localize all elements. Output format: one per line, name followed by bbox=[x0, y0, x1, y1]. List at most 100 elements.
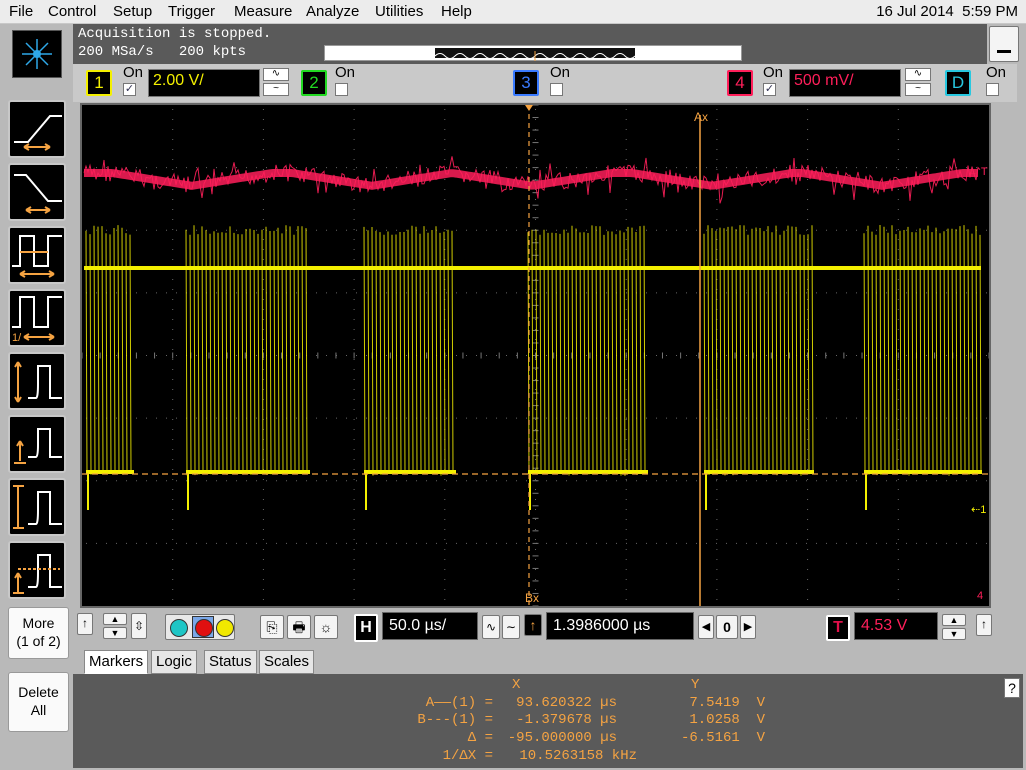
waveform-canvas[interactable]: Ax Bx ← T ⇠1 4 bbox=[81, 104, 990, 607]
fine-scale-icon[interactable]: ∿ bbox=[482, 615, 500, 639]
zoom-down-button[interactable]: ▼ bbox=[103, 627, 127, 639]
trigger-level-field[interactable]: 4.53 V bbox=[854, 612, 938, 640]
coarse-scale-icon[interactable]: ∼ bbox=[502, 615, 520, 639]
markers-y-header: Y bbox=[691, 677, 700, 693]
run-button[interactable] bbox=[216, 619, 234, 637]
trigger-pointer-icon[interactable]: ↑ bbox=[976, 614, 992, 636]
marker-a-label: Ax bbox=[694, 110, 708, 124]
trigger-level-up-button[interactable]: ▲ bbox=[942, 614, 966, 626]
marker-delta-y: -6.5161 V bbox=[680, 730, 765, 746]
overview-window bbox=[434, 48, 636, 61]
brightness-icon[interactable]: ☼ bbox=[314, 615, 338, 639]
channel-4-coupling-dc-button[interactable]: ~ bbox=[905, 83, 931, 96]
acquisition-status: Acquisition is stopped. bbox=[78, 26, 272, 42]
channel-1-scale[interactable]: 2.00 V/ bbox=[148, 69, 260, 97]
more-button[interactable]: More (1 of 2) bbox=[8, 607, 69, 659]
channel-3-button[interactable]: 3 bbox=[513, 70, 539, 96]
tab-bar: Markers Logic Status Scales bbox=[84, 650, 1024, 674]
markers-x-header: X bbox=[512, 677, 521, 693]
channel-1-on-label: On bbox=[123, 64, 144, 81]
frequency-icon: 1/ bbox=[12, 296, 62, 344]
menu-control[interactable]: Control bbox=[48, 3, 96, 20]
channel-4-coupling-ac-button[interactable]: ∿ bbox=[905, 68, 931, 81]
stop-button[interactable] bbox=[195, 619, 213, 637]
delay-left-button[interactable]: ◀ bbox=[698, 615, 714, 639]
delay-zero-button[interactable]: 0 bbox=[716, 615, 738, 639]
pointer-icon[interactable]: ↑ bbox=[77, 613, 93, 635]
delay-right-button[interactable]: ▶ bbox=[740, 615, 756, 639]
expand-icon[interactable]: ⇳ bbox=[131, 613, 147, 639]
menu-bar: File Control Setup Trigger Measure Analy… bbox=[0, 0, 1026, 24]
rise-time-measure-button[interactable] bbox=[8, 100, 66, 158]
menu-analyze[interactable]: Analyze bbox=[306, 3, 359, 20]
help-button[interactable]: ? bbox=[1004, 678, 1020, 698]
trigger-level-marker: ← T bbox=[967, 166, 988, 178]
time-delay-field[interactable]: 1.3986000 µs bbox=[546, 612, 694, 640]
maximum-icon bbox=[13, 485, 62, 529]
period-measure-button[interactable] bbox=[8, 226, 66, 284]
time-scale-field[interactable]: 50.0 µs/ bbox=[382, 612, 478, 640]
menu-measure[interactable]: Measure bbox=[234, 3, 292, 20]
channel-2-button[interactable]: 2 bbox=[301, 70, 327, 96]
autoscale-icon[interactable]: ⎘ bbox=[260, 615, 284, 639]
channel-1-burst bbox=[703, 225, 814, 476]
horizontal-button[interactable]: H bbox=[354, 614, 378, 642]
trigger-button[interactable]: T bbox=[826, 615, 850, 641]
tab-logic[interactable]: Logic bbox=[151, 650, 197, 674]
zoom-up-button[interactable]: ▲ bbox=[103, 613, 127, 625]
marker-b-x: -1.379678 µs bbox=[516, 712, 617, 728]
menu-utilities[interactable]: Utilities bbox=[375, 3, 423, 20]
tab-markers[interactable]: Markers bbox=[84, 650, 149, 674]
channel-4-scale[interactable]: 500 mV/ bbox=[789, 69, 901, 97]
digital-channels-button[interactable]: D bbox=[945, 70, 971, 96]
marker-a-label: A——(1) = bbox=[425, 695, 493, 711]
channel-1-on-checkbox[interactable]: ✓ bbox=[123, 83, 136, 96]
channel-4-on-checkbox[interactable]: ✓ bbox=[763, 83, 776, 96]
run-control-group bbox=[165, 614, 235, 640]
marker-b-y: 1.0258 V bbox=[689, 712, 765, 728]
fall-time-icon bbox=[14, 174, 62, 214]
tab-status[interactable]: Status bbox=[204, 650, 257, 674]
minimize-icon bbox=[997, 50, 1011, 53]
trigger-level-down-button[interactable]: ▼ bbox=[942, 628, 966, 640]
maximum-measure-button[interactable] bbox=[8, 478, 66, 536]
channel-3-on-label: On bbox=[550, 64, 571, 81]
delay-reference-icon[interactable]: ↑ bbox=[524, 614, 542, 636]
marker-a-x: 93.620322 µs bbox=[516, 695, 617, 711]
channel-2-on-label: On bbox=[335, 64, 356, 81]
peak-to-peak-icon bbox=[14, 361, 62, 403]
channel-4-button[interactable]: 4 bbox=[727, 70, 753, 96]
peak-to-peak-measure-button[interactable] bbox=[8, 352, 66, 410]
rise-time-icon bbox=[14, 115, 62, 151]
svg-text:1/: 1/ bbox=[12, 332, 22, 344]
frequency-measure-button[interactable]: 1/ bbox=[8, 289, 66, 347]
marker-inv-delta-label: 1/ΔX = bbox=[442, 748, 493, 764]
channel-1-coupling-dc-button[interactable]: ~ bbox=[263, 83, 289, 96]
minimize-button[interactable] bbox=[989, 26, 1019, 62]
average-measure-button[interactable] bbox=[8, 541, 66, 599]
menu-trigger[interactable]: Trigger bbox=[168, 3, 215, 20]
menu-setup[interactable]: Setup bbox=[113, 3, 152, 20]
channel-3-on-checkbox[interactable] bbox=[550, 83, 563, 96]
channel-1-burst bbox=[527, 225, 646, 476]
horizontal-controls: ↑ ▲ ▼ ⇳ ⎘ 🖶 ☼ H 50.0 µs/ ∿ ∼ ↑ 1.3986000… bbox=[73, 610, 1023, 650]
channel-1-coupling-ac-button[interactable]: ∿ bbox=[263, 68, 289, 81]
fall-time-measure-button[interactable] bbox=[8, 163, 66, 221]
marker-a-y: 7.5419 V bbox=[689, 695, 765, 711]
menu-file[interactable]: File bbox=[9, 3, 33, 20]
waveform-display[interactable]: Ax Bx ← T ⇠1 4 bbox=[80, 103, 991, 608]
single-button[interactable] bbox=[170, 619, 188, 637]
waveform-overview-bar[interactable] bbox=[324, 45, 742, 61]
markers-panel: X Y A——(1) = 93.620322 µs 7.5419 V B---(… bbox=[73, 674, 1023, 768]
print-icon[interactable]: 🖶 bbox=[287, 615, 311, 639]
amplitude-measure-button[interactable] bbox=[8, 415, 66, 473]
digital-on-checkbox[interactable] bbox=[986, 83, 999, 96]
agilent-logo-icon[interactable] bbox=[12, 30, 62, 78]
tab-scales[interactable]: Scales bbox=[259, 650, 315, 674]
delete-all-button[interactable]: Delete All bbox=[8, 672, 69, 732]
trigger-position-marker bbox=[525, 105, 533, 111]
channel-1-burst bbox=[85, 225, 132, 475]
channel-2-on-checkbox[interactable] bbox=[335, 83, 348, 96]
channel-1-button[interactable]: 1 bbox=[86, 70, 112, 96]
menu-help[interactable]: Help bbox=[441, 3, 472, 20]
